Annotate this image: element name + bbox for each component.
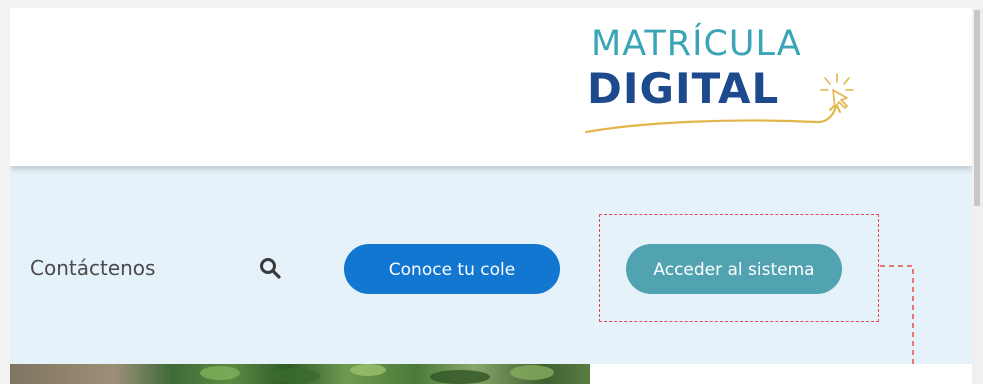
site-header: MATRÍCULA DIGITAL [10, 8, 972, 166]
nav-link-contactenos[interactable]: Contáctenos [30, 256, 155, 280]
web-page: MATRÍCULA DIGITAL Contáctenos Conoce tu … [10, 8, 972, 384]
browser-viewport: MATRÍCULA DIGITAL Contáctenos Conoce tu … [0, 0, 983, 384]
main-navigation: Contáctenos Conoce tu cole Acceder al si… [10, 166, 972, 364]
hero-image [10, 364, 590, 384]
search-icon[interactable] [258, 256, 282, 280]
acceder-al-sistema-button[interactable]: Acceder al sistema [626, 244, 842, 294]
matricula-digital-logo[interactable]: MATRÍCULA DIGITAL [584, 18, 854, 153]
logo-text-matricula: MATRÍCULA [591, 24, 802, 64]
logo-text-digital: DIGITAL [587, 64, 780, 113]
page-scrollbar[interactable] [972, 8, 983, 384]
conoce-tu-cole-button[interactable]: Conoce tu cole [344, 244, 560, 294]
scrollbar-thumb[interactable] [974, 10, 980, 206]
